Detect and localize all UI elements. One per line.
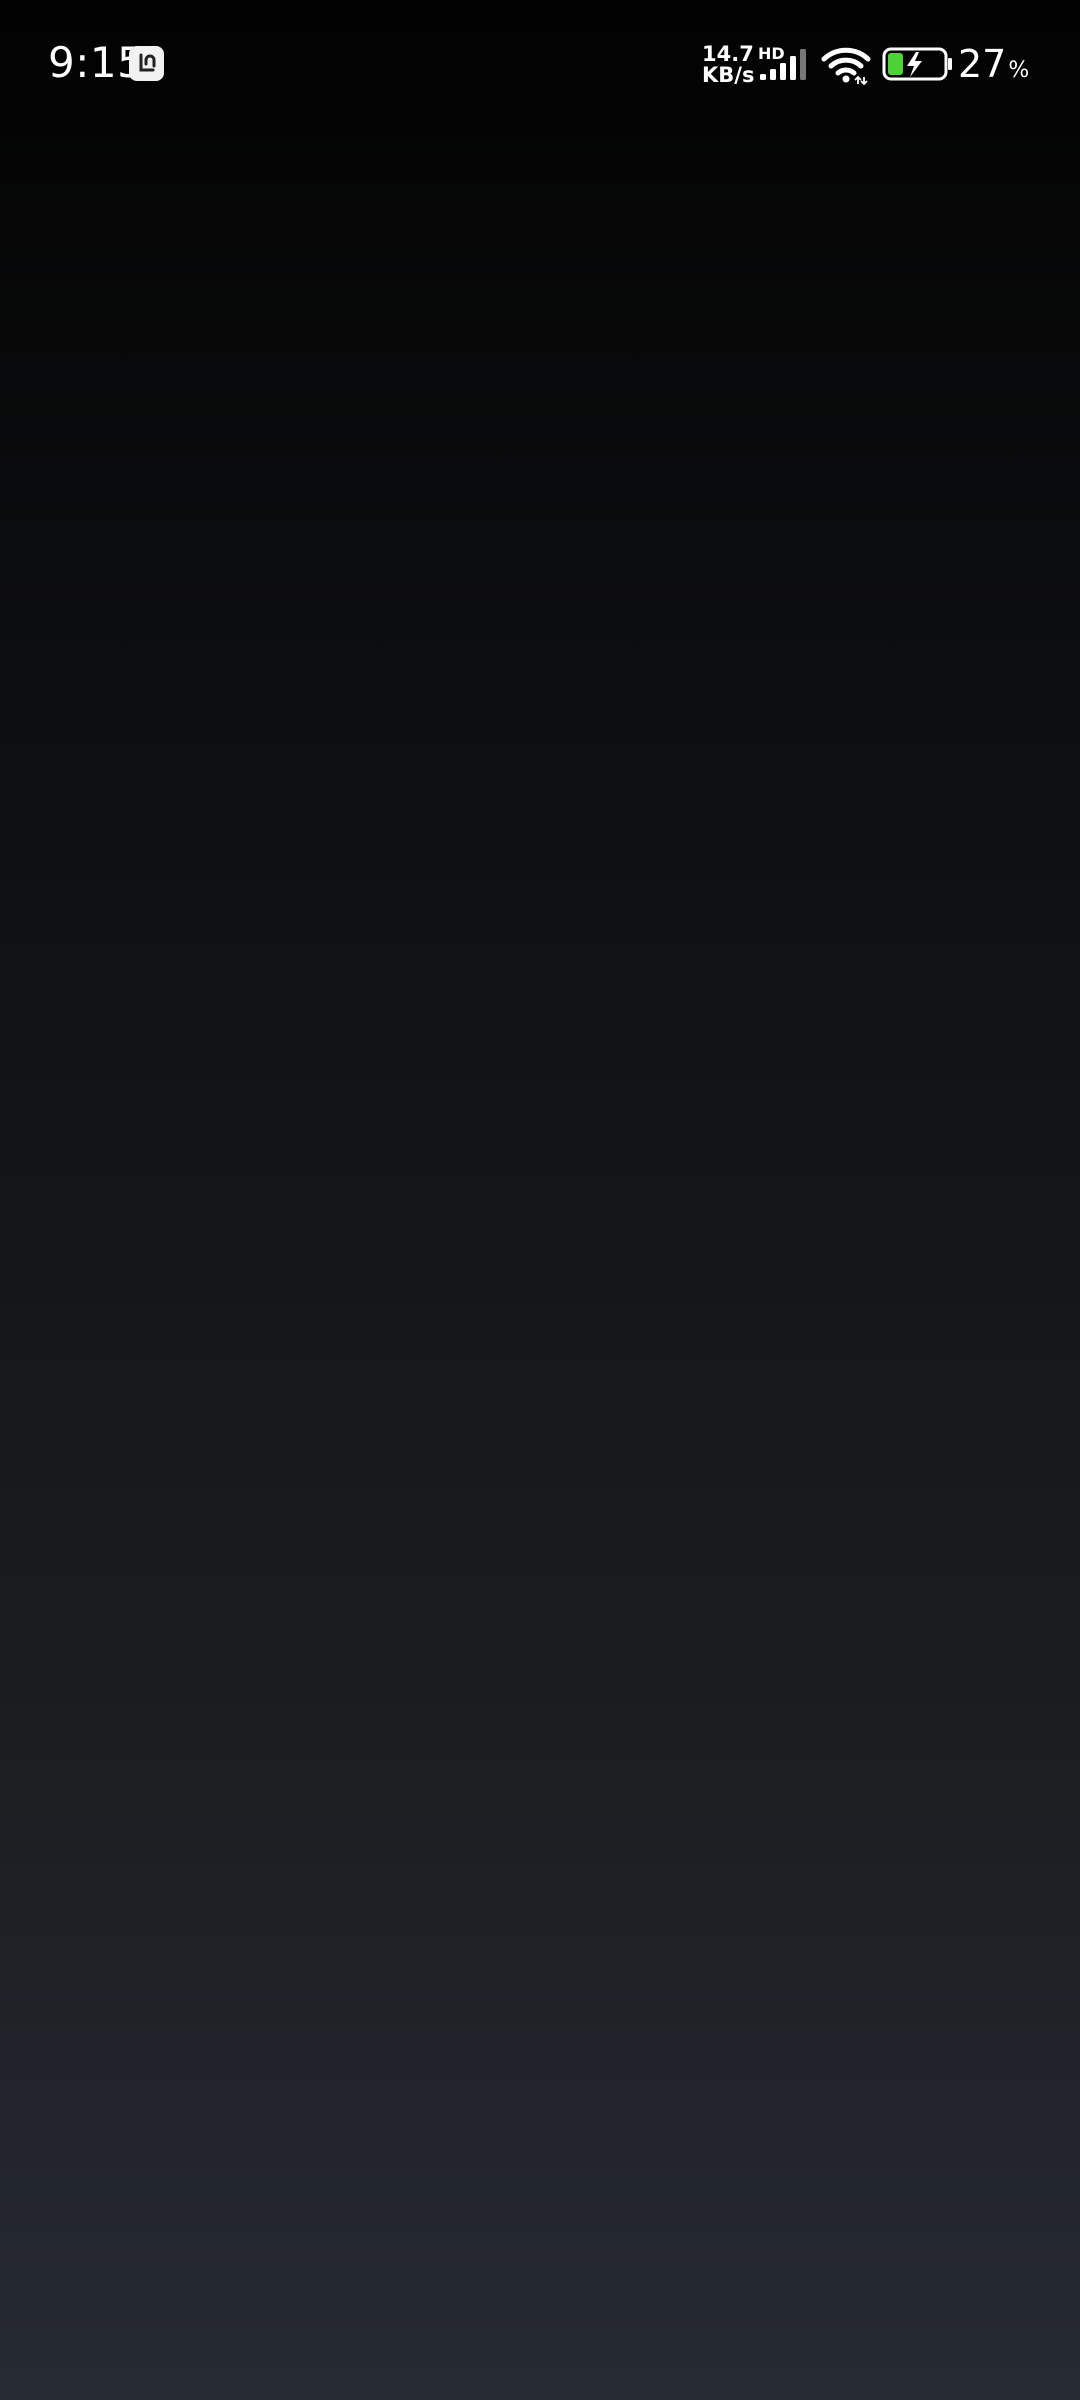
battery-percentage: 27% xyxy=(958,40,1029,95)
battery-charging-icon xyxy=(882,47,954,81)
app-notification-icon xyxy=(129,46,164,81)
cellular-signal-icon xyxy=(758,44,816,82)
battery-percent-sign: % xyxy=(1008,58,1030,83)
network-speed: 14.7 KB/s xyxy=(702,44,758,86)
battery-level-value: 27 xyxy=(958,42,1007,86)
empty-screen-area xyxy=(0,128,1080,2400)
status-bar: 9:15 14.7 KB/s HD 27% xyxy=(0,0,1080,128)
wifi-icon xyxy=(820,44,872,86)
network-speed-unit: KB/s xyxy=(702,63,755,87)
